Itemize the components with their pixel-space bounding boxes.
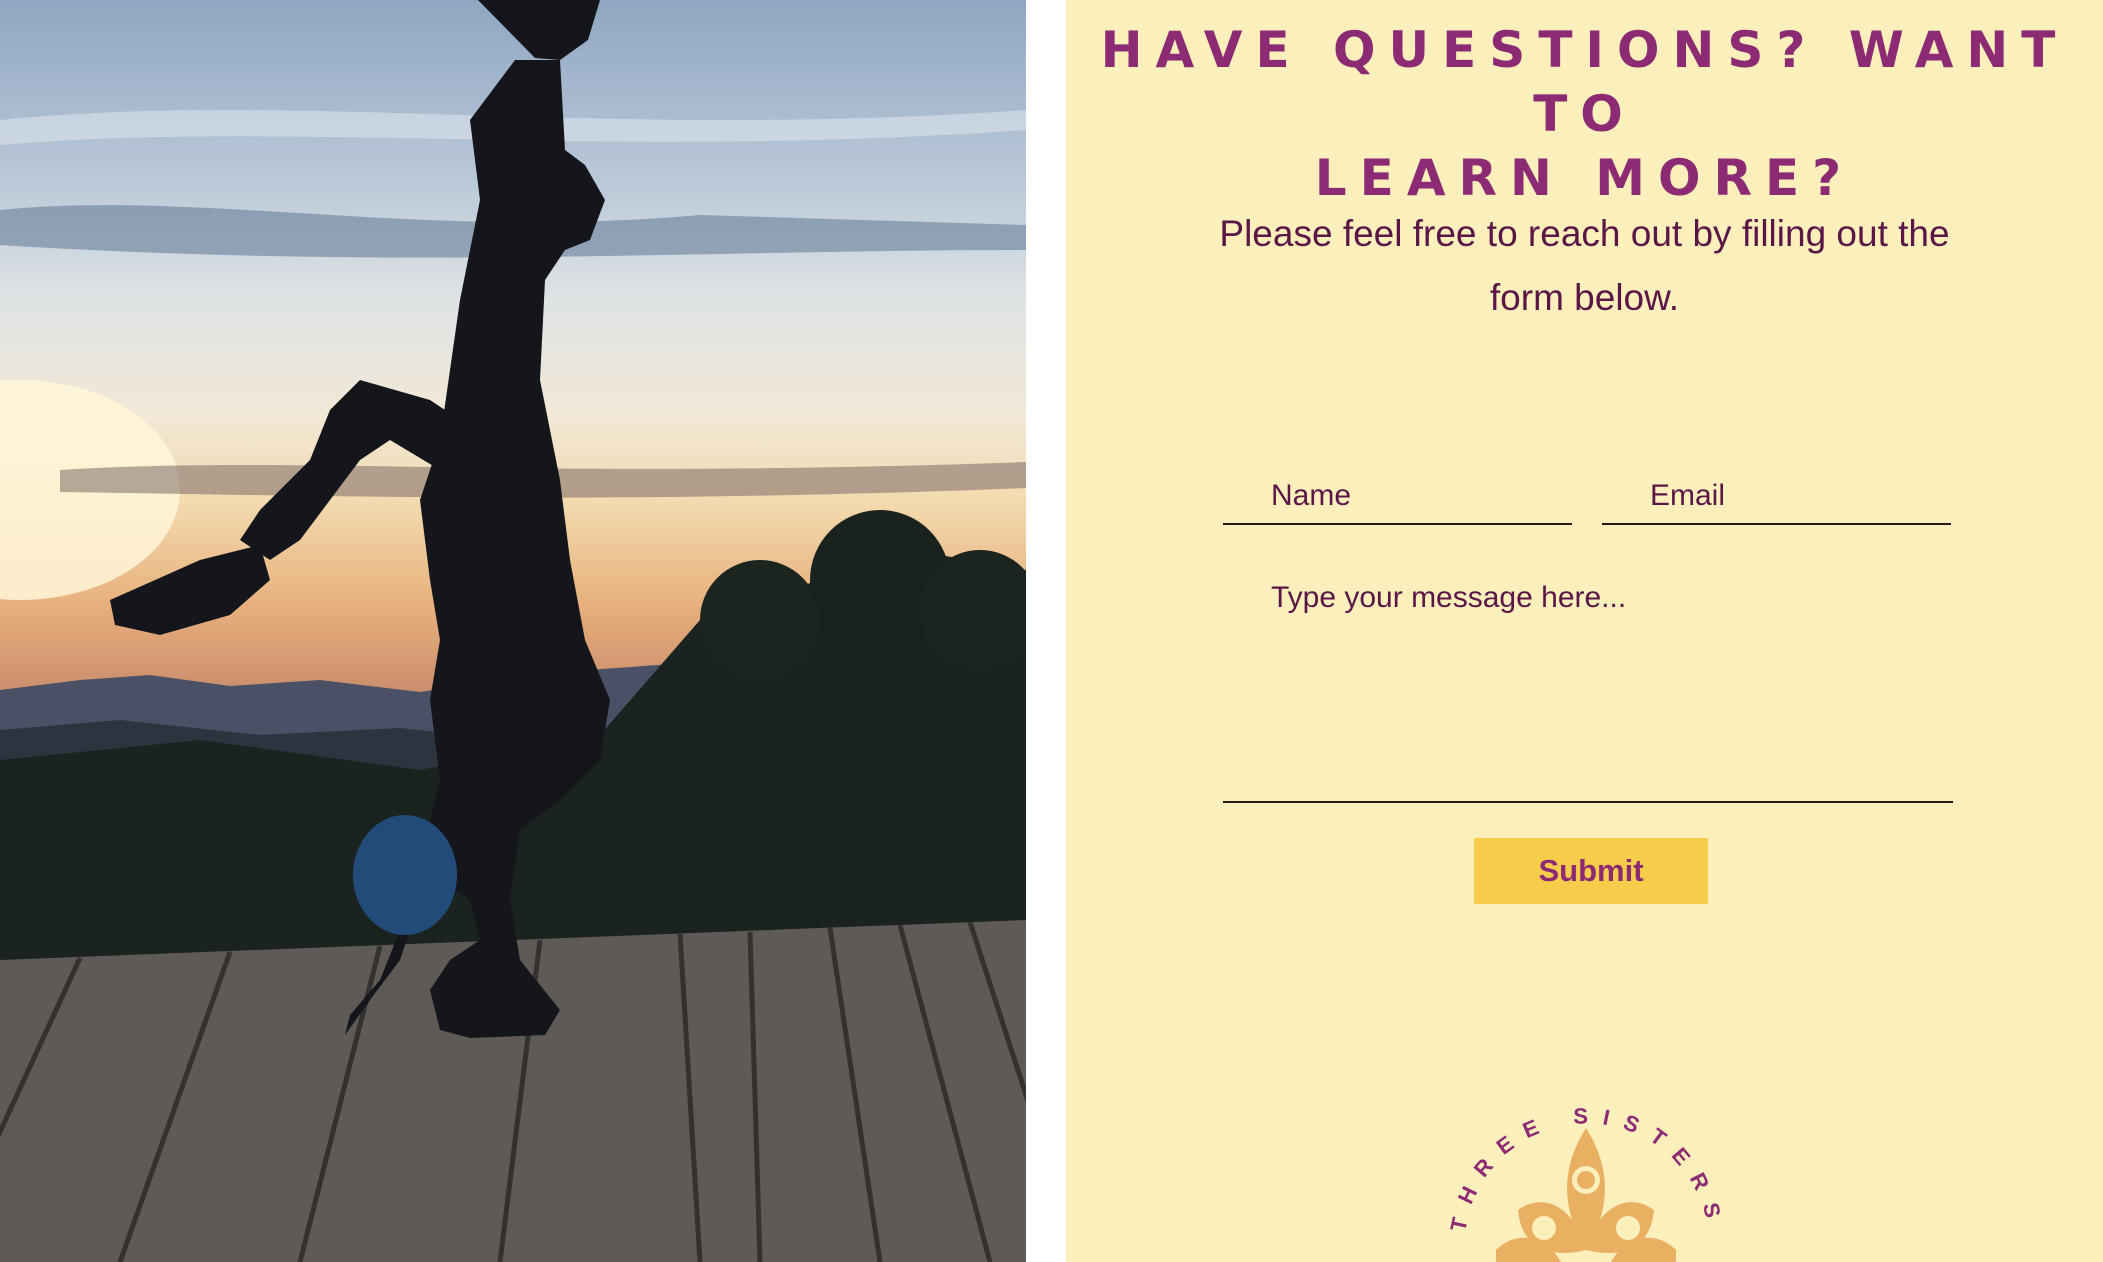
page-title: Have Questions? Want to learn more? (1066, 18, 2103, 210)
panel-divider (1026, 0, 1066, 1262)
hero-photo (0, 0, 1026, 1262)
intro-text: Please feel free to reach out by filling… (1219, 213, 1950, 318)
contact-panel: Have Questions? Want to learn more? Plea… (1066, 0, 2103, 1262)
name-input[interactable] (1223, 468, 1572, 525)
three-sisters-logo: THREE SISTERS (1445, 1104, 1715, 1262)
submit-button[interactable]: Submit (1474, 838, 1708, 904)
page-title-line-1: Have Questions? Want to (1100, 21, 2069, 143)
handstand-silhouette-image (0, 0, 1026, 1262)
page-title-line-2: learn more? (1314, 149, 1855, 207)
lotus-icon (1496, 1128, 1676, 1262)
email-input[interactable] (1602, 468, 1951, 525)
message-textarea[interactable] (1223, 580, 1953, 803)
